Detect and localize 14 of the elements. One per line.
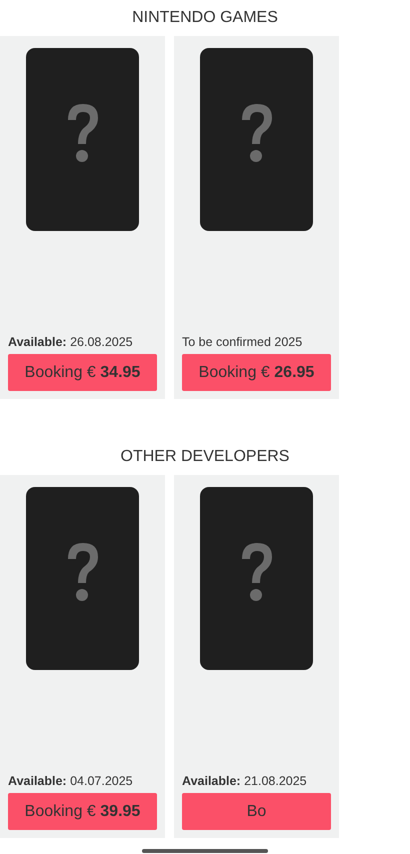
booking-button[interactable]: Booking € 39.95 bbox=[8, 793, 157, 830]
availability-text: Available: 26.08.2025 bbox=[8, 335, 133, 350]
availability-text: To be confirmed 2025 bbox=[182, 335, 302, 350]
unknown-cover-icon bbox=[26, 48, 139, 231]
unknown-cover-icon bbox=[200, 48, 313, 231]
section-title: OTHER DEVELOPERS bbox=[120, 447, 290, 467]
availability-text: Available: 04.07.2025 bbox=[8, 774, 133, 788]
booking-button[interactable]: Booking € 34.95 bbox=[8, 354, 157, 391]
section-title: NINTENDO GAMES bbox=[132, 8, 278, 28]
booking-button[interactable]: Booking € 26.95 bbox=[182, 354, 331, 391]
booking-button[interactable]: Bo bbox=[182, 793, 331, 830]
unknown-cover-icon bbox=[200, 487, 313, 670]
availability-text: Available: 21.08.2025 bbox=[182, 774, 307, 788]
unknown-cover-icon bbox=[26, 487, 139, 670]
